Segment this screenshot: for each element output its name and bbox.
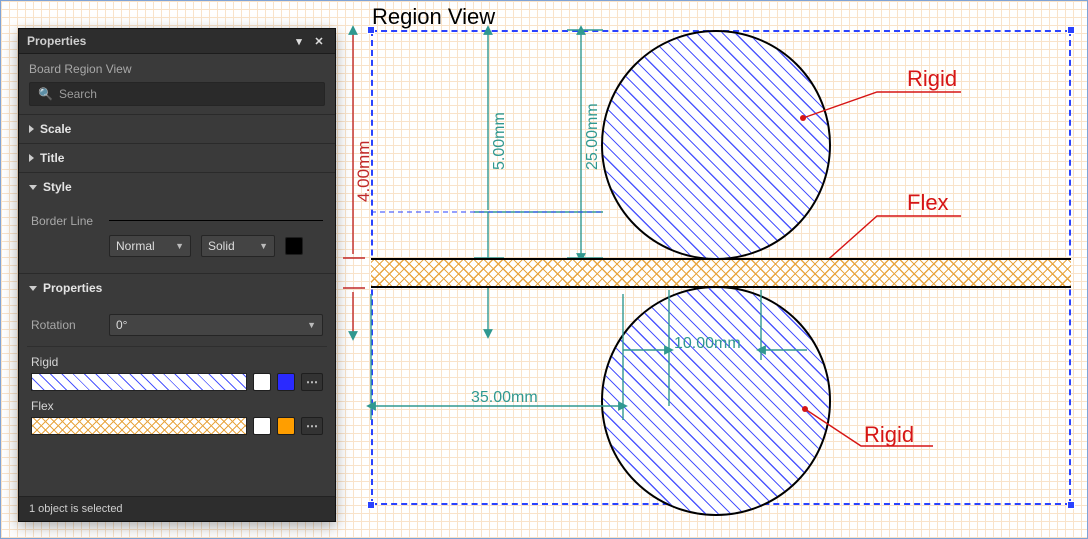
search-input[interactable]: 🔍 Search [29,82,325,106]
status-bar: 1 object is selected [19,496,335,521]
section-title-label: Title [40,151,64,165]
section-style-label: Style [43,180,72,194]
region-flex-color-swatch[interactable] [277,417,295,435]
section-scale-header[interactable]: Scale [19,115,335,143]
section-properties-label: Properties [43,281,102,295]
chevron-down-icon: ▼ [175,241,184,251]
chevron-down-icon [29,286,37,291]
search-icon: 🔍 [38,87,53,101]
panel-subtitle: Board Region View [19,54,335,82]
rotation-value: 0° [116,318,127,332]
dim-25: 25.00mm [584,103,601,170]
dim-5: 5.00mm [491,112,508,170]
section-scale-label: Scale [40,122,71,136]
chevron-down-icon [29,185,37,190]
region-rigid-color-swatch[interactable] [277,373,295,391]
chevron-down-icon: ▼ [259,241,268,251]
search-placeholder: Search [59,87,97,101]
line-color-swatch[interactable] [285,237,303,255]
region-rigid-label: Rigid [31,355,323,369]
chevron-right-icon [29,154,34,162]
panel-close-icon[interactable]: ✕ [311,33,327,49]
region-rigid-bg-swatch[interactable] [253,373,271,391]
flex-bar-overlay [371,258,1071,288]
chevron-right-icon [29,125,34,133]
panel-title-text: Properties [27,34,86,48]
line-pattern-select[interactable]: Solid ▼ [201,235,275,257]
section-style-header[interactable]: Style [19,173,335,201]
region-view-diagram[interactable]: Rigid Flex Rigid [371,30,1071,505]
line-weight-select[interactable]: Normal ▼ [109,235,191,257]
section-properties-header[interactable]: Properties [19,274,335,302]
dim-35: 35.00mm [471,389,538,406]
region-flex-label: Flex [31,399,323,413]
border-line-preview[interactable] [109,213,323,229]
panel-dropdown-icon[interactable]: ▾ [291,33,307,49]
region-rigid-preview[interactable] [31,373,247,391]
dim-4: 4.00mm [354,141,373,202]
region-flex-bg-swatch[interactable] [253,417,271,435]
dim-10: 10.00mm [674,335,741,352]
rotation-select[interactable]: 0° ▼ [109,314,323,336]
region-flex-more-button[interactable]: ⋯ [301,417,323,435]
line-pattern-value: Solid [208,239,235,253]
properties-panel: Properties ▾ ✕ Board Region View 🔍 Searc… [18,28,336,522]
region-rigid-more-button[interactable]: ⋯ [301,373,323,391]
view-title: Region View [372,4,495,30]
region-flex-preview[interactable] [31,417,247,435]
chevron-down-icon: ▼ [307,320,316,330]
line-weight-value: Normal [116,239,155,253]
rotation-label: Rotation [31,318,99,332]
section-title-header[interactable]: Title [19,144,335,172]
border-line-label: Border Line [31,214,99,228]
panel-titlebar[interactable]: Properties ▾ ✕ [19,29,335,54]
